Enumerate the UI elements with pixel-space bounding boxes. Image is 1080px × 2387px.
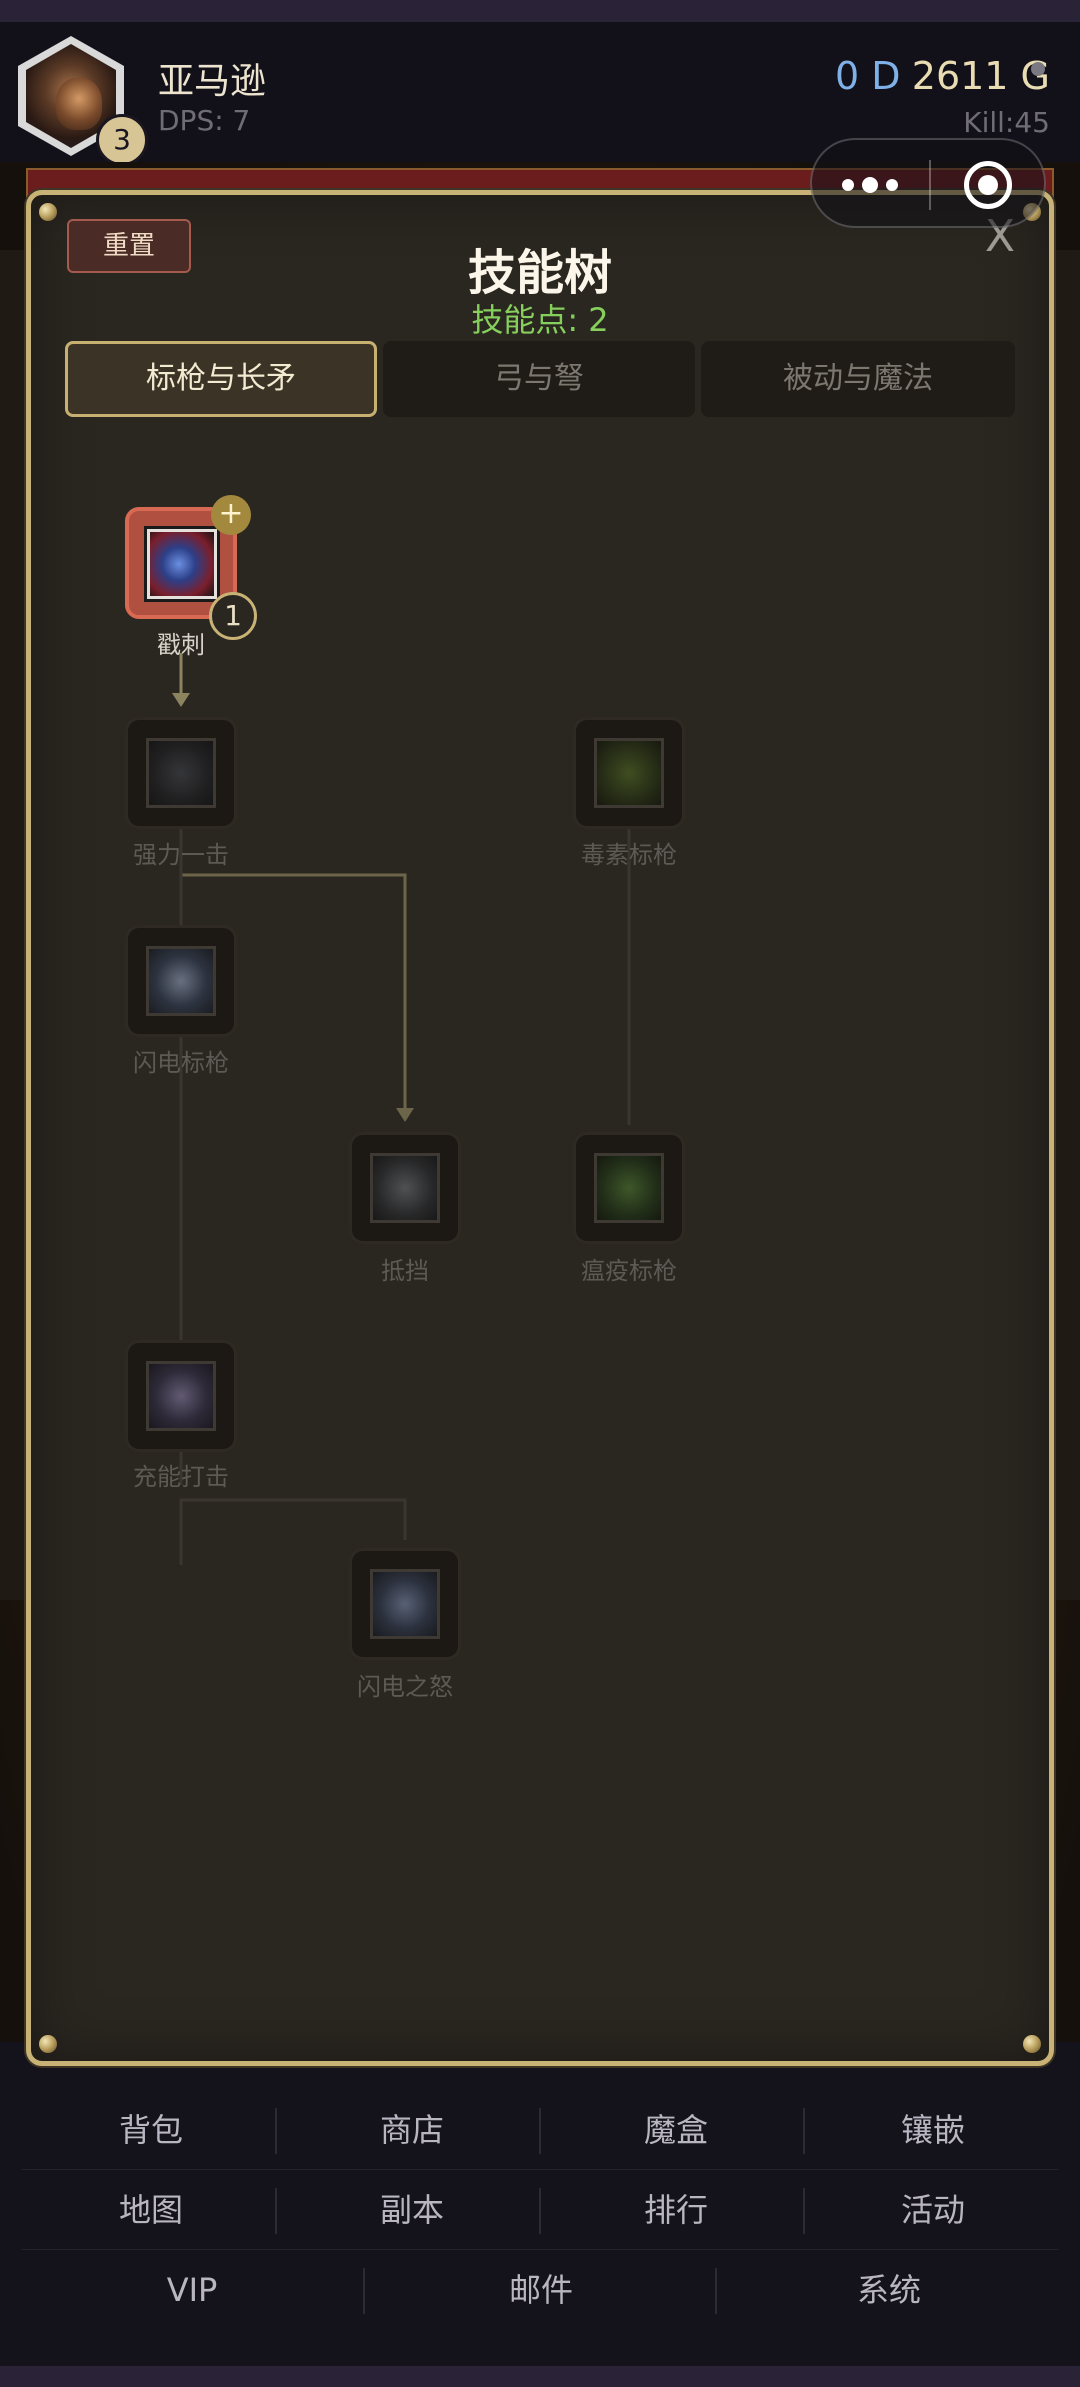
skill-power-strike[interactable] — [125, 717, 237, 829]
menu-divider — [275, 2188, 277, 2234]
skill-charged-strike[interactable] — [125, 1340, 237, 1452]
menu-dungeon[interactable]: 副本 — [280, 2170, 544, 2250]
skill-label: 充能打击 — [133, 1463, 229, 1491]
menu-divider — [803, 2188, 805, 2234]
more-options-button[interactable] — [842, 168, 912, 202]
player-name: 亚马逊 — [158, 61, 267, 102]
lightning-javelin-icon — [146, 946, 216, 1016]
arrow-head-icon — [396, 1108, 414, 1122]
skill-lightning-fury[interactable] — [349, 1548, 461, 1660]
skill-parry[interactable] — [349, 1132, 461, 1244]
poison-javelin-icon — [594, 738, 664, 808]
stab-icon — [147, 529, 217, 599]
menu-mail[interactable]: 邮件 — [368, 2250, 714, 2330]
menu-system[interactable]: 系统 — [720, 2250, 1058, 2330]
kill-count: Kill:45 — [963, 106, 1050, 139]
add-skill-point-button[interactable]: + — [211, 495, 251, 535]
menu-row: VIP 邮件 系统 — [22, 2250, 1058, 2330]
skill-lightning-javelin[interactable] — [125, 925, 237, 1037]
menu-row: 背包 商店 魔盒 镶嵌 — [22, 2090, 1058, 2170]
menu-row: 地图 副本 排行 活动 — [22, 2170, 1058, 2250]
menu-backpack[interactable]: 背包 — [22, 2090, 280, 2170]
power-strike-icon — [146, 738, 216, 808]
parry-icon — [370, 1153, 440, 1223]
skill-tree: + 1 戳刺 强力一击 毒素标枪 闪电标枪 抵挡 瘟疫标枪 充能打击 闪电之怒 — [31, 195, 1049, 2061]
menu-divider — [803, 2108, 805, 2154]
menu-ranking[interactable]: 排行 — [544, 2170, 808, 2250]
status-bar — [0, 0, 1080, 22]
indicator-dot-icon — [1031, 62, 1045, 76]
skill-label: 瘟疫标枪 — [581, 1257, 677, 1285]
skill-plague-javelin[interactable] — [573, 1132, 685, 1244]
menu-divider — [539, 2188, 541, 2234]
menu-events[interactable]: 活动 — [808, 2170, 1058, 2250]
dot-icon — [862, 177, 878, 193]
skill-label: 闪电标枪 — [133, 1049, 229, 1077]
menu-vip[interactable]: VIP — [22, 2250, 362, 2330]
skill-label: 毒素标枪 — [581, 841, 677, 869]
plague-javelin-icon — [594, 1153, 664, 1223]
menu-map[interactable]: 地图 — [22, 2170, 280, 2250]
menu-divider — [715, 2268, 717, 2314]
capsule-divider — [929, 160, 931, 210]
skill-poison-javelin[interactable] — [573, 717, 685, 829]
menu-shop[interactable]: 商店 — [280, 2090, 544, 2170]
charged-strike-icon — [146, 1361, 216, 1431]
dot-icon — [842, 179, 854, 191]
dps-value: DPS: 7 — [158, 104, 251, 137]
skill-label: 强力一击 — [133, 841, 229, 869]
mini-program-capsule — [810, 138, 1046, 228]
menu-divider — [275, 2108, 277, 2154]
skill-label: 抵挡 — [381, 1257, 429, 1285]
menu-inlay[interactable]: 镶嵌 — [808, 2090, 1058, 2170]
avatar[interactable]: 3 — [18, 36, 148, 166]
level-badge: 3 — [96, 114, 148, 166]
skill-tree-modal: 重置 技能树 技能点: 2 X 标枪与长矛 弓与弩 被动与魔法 + 1 戳刺 强… — [26, 190, 1054, 2066]
lightning-fury-icon — [370, 1569, 440, 1639]
skill-connectors — [172, 653, 631, 1565]
menu-divider — [539, 2108, 541, 2154]
bottom-menu: 背包 商店 魔盒 镶嵌 地图 副本 排行 活动 VIP 邮件 系统 — [22, 2090, 1058, 2344]
scene-right-edge — [1050, 250, 1080, 1600]
exit-target-icon[interactable] — [964, 161, 1012, 209]
gold-currency: 2611 G — [911, 54, 1050, 98]
arrow-head-icon — [172, 693, 190, 707]
home-indicator-bar — [0, 2366, 1080, 2387]
skill-label: 戳刺 — [157, 631, 205, 659]
character-face-icon — [56, 78, 102, 130]
dot-icon — [886, 179, 898, 191]
skill-label: 闪电之怒 — [357, 1673, 453, 1701]
diamond-currency: 0 D — [835, 54, 901, 98]
menu-divider — [363, 2268, 365, 2314]
menu-magic-box[interactable]: 魔盒 — [544, 2090, 808, 2170]
